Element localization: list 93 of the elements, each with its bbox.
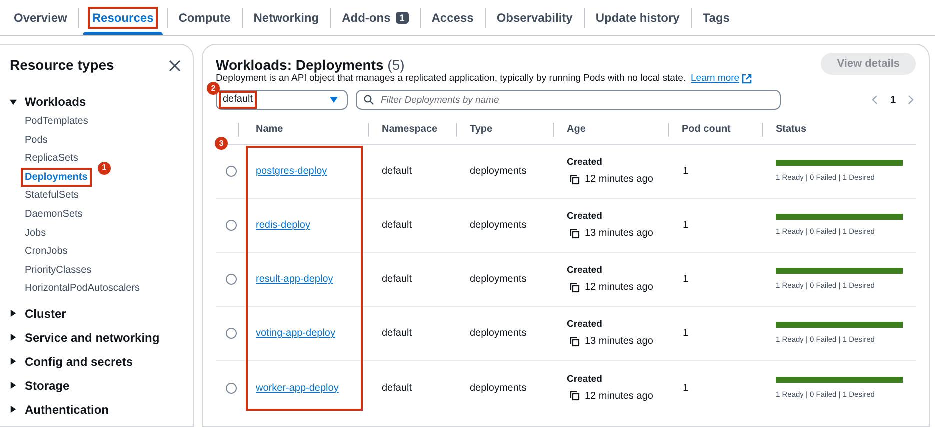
- chevron-right-icon[interactable]: [908, 95, 914, 106]
- deployment-link[interactable]: result-app-deploy: [256, 274, 334, 286]
- namespace-dropdown[interactable]: default: [216, 90, 348, 110]
- deployment-link[interactable]: worker-app-deploy: [256, 382, 339, 394]
- table-cell: default: [382, 166, 412, 178]
- tab[interactable]: Resources: [79, 0, 167, 35]
- caret-icon: [10, 98, 17, 106]
- tree-group[interactable]: Workloads: [10, 90, 86, 114]
- tree-group[interactable]: Storage: [10, 374, 70, 398]
- search-icon: [364, 95, 374, 106]
- age-label: Created: [567, 264, 604, 278]
- age-text: 12 minutes ago: [585, 390, 654, 404]
- annotation-badge: 1: [98, 162, 111, 175]
- annotation-badge: 3: [215, 137, 228, 150]
- table-cell: deployments: [470, 220, 527, 232]
- age-text: 13 minutes ago: [585, 335, 654, 350]
- tab[interactable]: Observability: [486, 0, 584, 35]
- age-label: Created: [567, 156, 604, 170]
- resource-type-link[interactable]: HorizontalPodAutoscalers: [25, 281, 140, 296]
- tree-group[interactable]: Authentication: [10, 398, 109, 422]
- caret-down-icon: [330, 97, 338, 104]
- table-cell: 1: [683, 274, 689, 286]
- copy-icon[interactable]: [570, 174, 580, 185]
- filter-field[interactable]: Filter Deployments by name: [356, 90, 781, 110]
- table-cell: 1: [683, 220, 689, 232]
- column-header: Type: [470, 123, 493, 138]
- resource-type-link[interactable]: CronJobs: [25, 244, 68, 260]
- copy-icon[interactable]: [570, 282, 580, 293]
- age-label: Created: [567, 372, 604, 387]
- external-link-icon: [742, 74, 752, 84]
- deployment-link[interactable]: voting-app-deploy: [256, 328, 336, 340]
- column-header: Age: [567, 123, 586, 138]
- tab[interactable]: Add-ons 1: [331, 0, 420, 35]
- count-badge: 1: [396, 12, 409, 24]
- caret-icon: [10, 406, 17, 414]
- table-cell: deployments: [470, 274, 527, 286]
- table-cell: default: [382, 220, 412, 232]
- table-cell: deployments: [470, 328, 527, 340]
- deployment-link[interactable]: redis-deploy: [256, 220, 310, 232]
- table-cell: 1: [683, 166, 689, 178]
- age-label: Created: [567, 318, 604, 332]
- chevron-left-icon[interactable]: [872, 95, 878, 106]
- tab[interactable]: Networking: [242, 0, 330, 35]
- page-number[interactable]: 1: [890, 92, 896, 108]
- column-header: Name: [256, 123, 284, 138]
- caret-icon: [10, 310, 17, 318]
- caret-icon: [10, 358, 17, 366]
- age-text: 13 minutes ago: [585, 227, 654, 242]
- radio-button[interactable]: [226, 220, 236, 232]
- resource-type-link[interactable]: Pods: [25, 132, 48, 148]
- table-cell: default: [382, 328, 412, 340]
- annotation-badge: 2: [207, 82, 220, 96]
- resource-type-link[interactable]: StatefulSets: [25, 188, 79, 204]
- resource-type-link[interactable]: PriorityClasses: [25, 262, 92, 278]
- tab[interactable]: Compute: [168, 0, 242, 35]
- age-label: Created: [567, 210, 604, 224]
- panel-title: Resource types: [10, 56, 114, 75]
- tab[interactable]: Tags: [692, 0, 741, 35]
- table-cell: 1: [683, 382, 689, 394]
- caret-icon: [10, 334, 17, 342]
- tab[interactable]: Overview: [3, 0, 78, 35]
- column-header: Pod count: [682, 123, 731, 138]
- copy-icon[interactable]: [570, 336, 580, 347]
- table-cell: default: [382, 382, 412, 394]
- tree-group[interactable]: Cluster: [10, 302, 66, 326]
- copy-icon[interactable]: [570, 228, 580, 239]
- resource-type-link[interactable]: ReplicaSets: [25, 151, 78, 166]
- radio-button[interactable]: [226, 274, 236, 286]
- learn-more-link[interactable]: Learn more: [691, 72, 752, 86]
- radio-button[interactable]: [226, 328, 236, 340]
- tab[interactable]: Update history: [584, 0, 691, 35]
- resource-type-link[interactable]: PodTemplates: [25, 114, 88, 129]
- age-text: 12 minutes ago: [585, 281, 654, 296]
- deployment-link[interactable]: postgres-deploy: [256, 166, 328, 178]
- table-cell: deployments: [470, 166, 527, 178]
- tab[interactable]: Access: [420, 0, 485, 35]
- age-text: 12 minutes ago: [585, 173, 654, 188]
- caret-icon: [10, 382, 17, 390]
- panel-title: Workloads: Deployments (5): [216, 56, 405, 74]
- tree-group[interactable]: Config and secrets: [10, 350, 134, 374]
- table-cell: 1: [683, 328, 689, 340]
- close-icon[interactable]: [169, 60, 181, 72]
- tree-group[interactable]: Service and networking: [10, 326, 160, 350]
- column-header: Status: [776, 123, 807, 138]
- copy-icon[interactable]: [570, 391, 580, 402]
- radio-button[interactable]: [226, 166, 236, 178]
- resource-type-link[interactable]: DaemonSets: [25, 206, 83, 222]
- column-header: Namespace: [382, 123, 438, 138]
- table-cell: default: [382, 274, 412, 286]
- table-cell: deployments: [470, 382, 527, 394]
- resource-type-link[interactable]: Jobs: [25, 226, 46, 241]
- resource-type-link[interactable]: Deployments: [23, 170, 90, 185]
- radio-button[interactable]: [226, 382, 236, 394]
